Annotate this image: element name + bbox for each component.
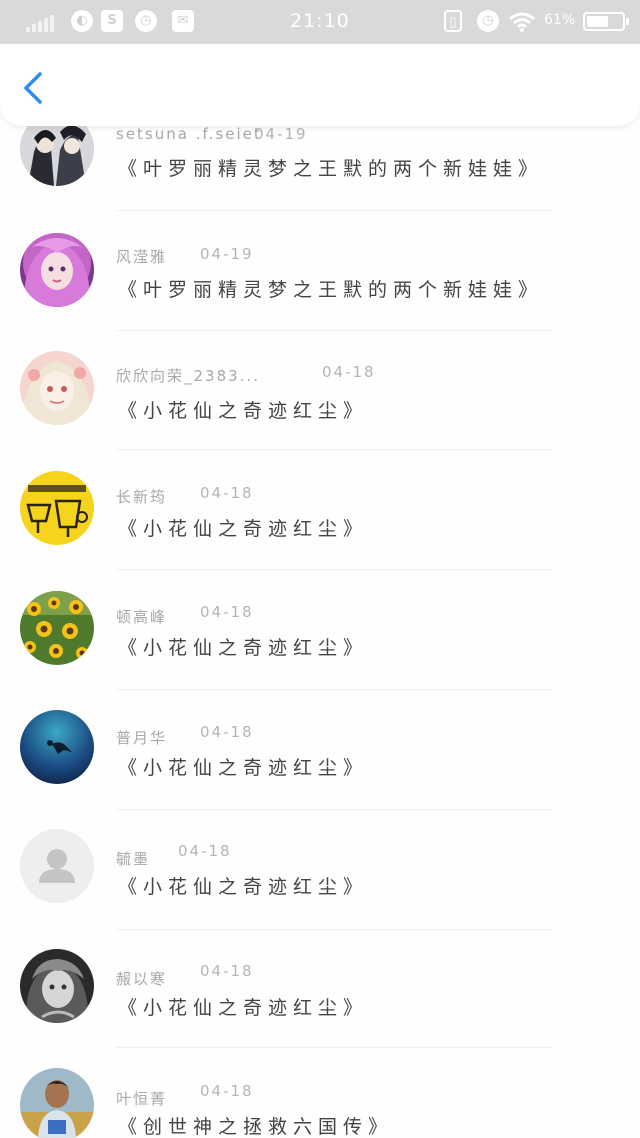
post-date: 04-18 [200,484,254,502]
divider [116,449,552,450]
avatar[interactable] [20,471,94,545]
divider [116,210,552,211]
work-title[interactable]: 《小花仙之奇迹红尘》 [118,993,368,1020]
user-name[interactable]: 长新筠 [116,486,167,507]
nav-bar [0,44,640,126]
post-date: 04-19 [200,245,254,263]
post-date: 04-18 [200,962,254,980]
divider [116,689,552,690]
divider [116,1047,552,1048]
user-name[interactable]: 风滢雅 [116,246,167,267]
list-item[interactable]: 赧以寒 04-18 《小花仙之奇迹红尘》 [0,931,640,1051]
post-date: 04-19 [254,125,308,143]
work-title[interactable]: 《叶罗丽精灵梦之王默的两个新娃娃》 [118,275,543,302]
user-name[interactable]: 叶恒菁 [116,1088,167,1109]
work-title[interactable]: 《小花仙之奇迹红尘》 [118,396,368,423]
user-name[interactable]: 赧以寒 [116,968,167,989]
chevron-left-icon [24,72,42,104]
post-date: 04-18 [178,842,232,860]
user-name[interactable]: 普月华 [116,727,167,748]
clock: 21:10 [290,10,350,32]
user-name[interactable]: 欣欣向荣_2383... [116,365,260,386]
list-item[interactable]: 普月华 04-18 《小花仙之奇迹红尘》 [0,691,640,811]
user-name[interactable]: setsuna .f.seiet [116,125,262,143]
list-item[interactable]: 长新筠 04-18 《小花仙之奇迹红尘》 [0,451,640,571]
divider [116,569,552,570]
post-date: 04-18 [200,723,254,741]
avatar[interactable] [20,710,94,784]
avatar[interactable] [20,949,94,1023]
vibrate-icon: ▯ [444,10,462,32]
default-user-icon [20,829,94,903]
list-item[interactable]: 欣欣向荣_2383... 04-18 《小花仙之奇迹红尘》 [0,331,640,451]
battery-icon [583,12,629,31]
avatar[interactable] [20,829,94,903]
avatar[interactable] [20,1068,94,1138]
avatar[interactable] [20,233,94,307]
work-title[interactable]: 《小花仙之奇迹红尘》 [118,514,368,541]
comment-list: setsuna .f.seiet 04-19 《叶罗丽精灵梦之王默的两个新娃娃》… [0,0,640,1138]
post-date: 04-18 [322,363,376,381]
battery-percent: 61% [544,12,576,28]
user-name[interactable]: 顿高峰 [116,606,167,627]
list-item[interactable]: 风滢雅 04-19 《叶罗丽精灵梦之王默的两个新娃娃》 [0,212,640,332]
work-title[interactable]: 《创世神之拯救六国传》 [118,1112,393,1138]
list-item[interactable]: 毓墨 04-18 《小花仙之奇迹红尘》 [0,811,640,931]
signal-icon [26,12,58,32]
divider [116,929,552,930]
app-icon: ◐ [71,10,93,32]
user-name[interactable]: 毓墨 [116,848,150,869]
work-title[interactable]: 《叶罗丽精灵梦之王默的两个新娃娃》 [118,154,543,181]
avatar[interactable] [20,591,94,665]
s-icon: S [101,10,123,32]
alarm-icon: ◷ [477,10,499,32]
list-item[interactable]: 顿高峰 04-18 《小花仙之奇迹红尘》 [0,571,640,691]
wifi-icon [509,12,535,32]
post-date: 04-18 [200,603,254,621]
post-date: 04-18 [200,1082,254,1100]
mail-icon: ✉ [172,10,194,32]
work-title[interactable]: 《小花仙之奇迹红尘》 [118,633,368,660]
alarm-icon: ◷ [135,10,157,32]
list-item[interactable]: 叶恒菁 04-18 《创世神之拯救六国传》 [0,1051,640,1138]
divider [116,809,552,810]
work-title[interactable]: 《小花仙之奇迹红尘》 [118,872,368,899]
back-button[interactable] [18,70,50,106]
avatar[interactable] [20,351,94,425]
status-bar: ◐ S ◷ ✉ 21:10 ▯ ◷ 61% [0,0,640,44]
work-title[interactable]: 《小花仙之奇迹红尘》 [118,753,368,780]
